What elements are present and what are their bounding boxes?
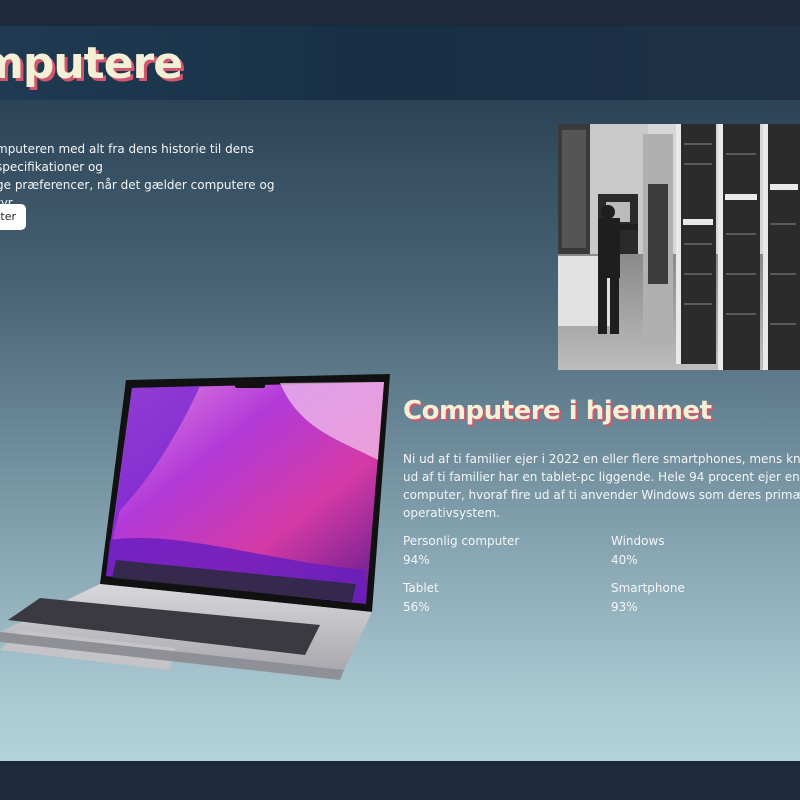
stat-label: Smartphone <box>611 581 685 595</box>
stat-windows: Windows 40% <box>611 532 665 570</box>
section-body-line: operativsystem. <box>403 506 500 520</box>
site-header: mputere <box>0 26 800 100</box>
intro-line: mputeren med alt fra dens historie til d… <box>0 142 254 174</box>
stat-personal-computer: Personlig computer 94% <box>403 532 519 570</box>
section-body-line: computer, hvoraf fire ud af ti anvender … <box>403 488 800 502</box>
section-body-line: Ni ud af ti familier ejer i 2022 en elle… <box>403 452 800 466</box>
stat-label: Windows <box>611 534 665 548</box>
top-frame-bar <box>0 0 800 26</box>
stat-label: Personlig computer <box>403 534 520 548</box>
stat-value: 93% <box>611 600 638 614</box>
section-body: Ni ud af ti familier ejer i 2022 en elle… <box>403 450 800 522</box>
bottom-frame-bar <box>0 761 800 800</box>
intro-text: mputeren med alt fra dens historie til d… <box>0 140 336 212</box>
intro-line: tyr. <box>0 196 16 210</box>
section-body-line: ud af ti familier har en tablet-pc ligge… <box>403 470 800 484</box>
stat-tablet: Tablet 56% <box>403 579 439 617</box>
cta-button[interactable]: ter <box>0 204 26 230</box>
page-title: mputere <box>0 38 183 89</box>
stat-label: Tablet <box>403 581 439 595</box>
main-content: mputeren med alt fra dens historie til d… <box>0 100 800 761</box>
intro-line: ge præferencer, når det gælder computere… <box>0 178 275 192</box>
photo-icon <box>558 124 800 370</box>
stat-value: 94% <box>403 553 430 567</box>
historic-computer-photo <box>558 124 800 370</box>
stat-value: 56% <box>403 600 430 614</box>
section-title: Computere i hjemmet <box>403 396 712 426</box>
stat-smartphone: Smartphone 93% <box>611 579 685 617</box>
laptop-image <box>0 370 400 694</box>
stat-value: 40% <box>611 553 638 567</box>
laptop-icon <box>0 374 390 680</box>
